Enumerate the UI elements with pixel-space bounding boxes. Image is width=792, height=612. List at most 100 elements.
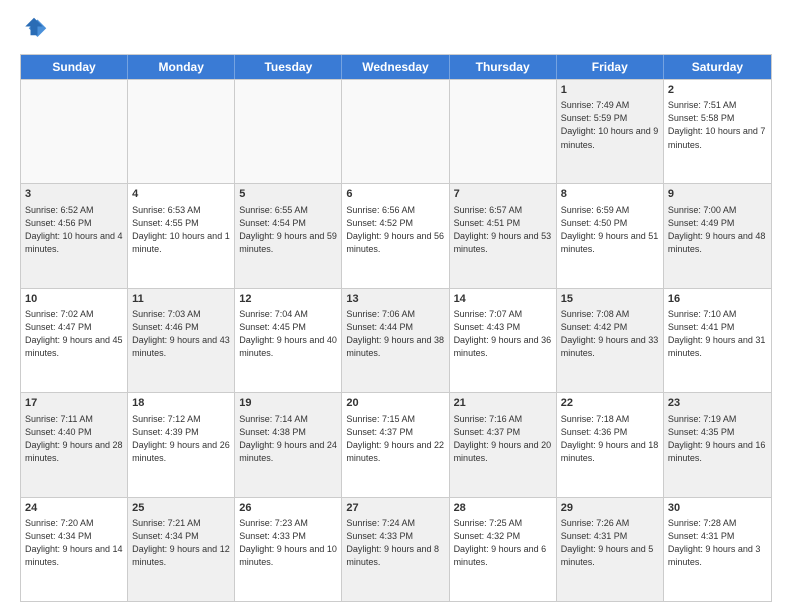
cell-info: Sunrise: 7:14 AM Sunset: 4:38 PM Dayligh… — [239, 413, 337, 465]
cell-info: Sunrise: 7:24 AM Sunset: 4:33 PM Dayligh… — [346, 517, 444, 569]
cal-cell-1-4: 7 Sunrise: 6:57 AM Sunset: 4:51 PM Daylig… — [450, 184, 557, 287]
cell-info: Sunrise: 7:51 AM Sunset: 5:58 PM Dayligh… — [668, 99, 767, 151]
cell-info: Sunrise: 7:03 AM Sunset: 4:46 PM Dayligh… — [132, 308, 230, 360]
logo — [20, 16, 52, 44]
cell-info: Sunrise: 7:06 AM Sunset: 4:44 PM Dayligh… — [346, 308, 444, 360]
page: SundayMondayTuesdayWednesdayThursdayFrid… — [0, 0, 792, 612]
cal-cell-4-0: 24Sunrise: 7:20 AM Sunset: 4:34 PM Dayli… — [21, 498, 128, 601]
day-number: 23 — [668, 396, 767, 411]
cell-info: Sunrise: 7:23 AM Sunset: 4:33 PM Dayligh… — [239, 517, 337, 569]
cal-cell-3-4: 21Sunrise: 7:16 AM Sunset: 4:37 PM Dayli… — [450, 393, 557, 496]
day-number: 21 — [454, 396, 552, 411]
cal-cell-1-2: 5 Sunrise: 6:55 AM Sunset: 4:54 PM Daylig… — [235, 184, 342, 287]
cell-info: Sunrise: 7:25 AM Sunset: 4:32 PM Dayligh… — [454, 517, 552, 569]
cell-info: Sunrise: 7:28 AM Sunset: 4:31 PM Dayligh… — [668, 517, 767, 569]
day-number: 24 — [25, 501, 123, 516]
cal-cell-4-1: 25Sunrise: 7:21 AM Sunset: 4:34 PM Dayli… — [128, 498, 235, 601]
cal-cell-2-0: 10Sunrise: 7:02 AM Sunset: 4:47 PM Dayli… — [21, 289, 128, 392]
calendar-row-2: 10Sunrise: 7:02 AM Sunset: 4:47 PM Dayli… — [21, 288, 771, 392]
cal-cell-2-2: 12Sunrise: 7:04 AM Sunset: 4:45 PM Dayli… — [235, 289, 342, 392]
day-number: 5 — [239, 187, 337, 202]
day-number: 3 — [25, 187, 123, 202]
cal-cell-0-2 — [235, 80, 342, 183]
cal-cell-0-4 — [450, 80, 557, 183]
cell-info: Sunrise: 7:18 AM Sunset: 4:36 PM Dayligh… — [561, 413, 659, 465]
header-day-saturday: Saturday — [664, 55, 771, 79]
cal-cell-0-5: 1Sunrise: 7:49 AM Sunset: 5:59 PM Daylig… — [557, 80, 664, 183]
cell-info: Sunrise: 6:55 AM Sunset: 4:54 PM Dayligh… — [239, 204, 337, 256]
day-number: 1 — [561, 83, 659, 98]
cell-info: Sunrise: 7:21 AM Sunset: 4:34 PM Dayligh… — [132, 517, 230, 569]
cell-info: Sunrise: 7:07 AM Sunset: 4:43 PM Dayligh… — [454, 308, 552, 360]
day-number: 17 — [25, 396, 123, 411]
cal-cell-4-2: 26Sunrise: 7:23 AM Sunset: 4:33 PM Dayli… — [235, 498, 342, 601]
cal-cell-4-3: 27Sunrise: 7:24 AM Sunset: 4:33 PM Dayli… — [342, 498, 449, 601]
cell-info: Sunrise: 7:10 AM Sunset: 4:41 PM Dayligh… — [668, 308, 767, 360]
cell-info: Sunrise: 7:08 AM Sunset: 4:42 PM Dayligh… — [561, 308, 659, 360]
day-number: 28 — [454, 501, 552, 516]
cal-cell-1-3: 6 Sunrise: 6:56 AM Sunset: 4:52 PM Daylig… — [342, 184, 449, 287]
day-number: 26 — [239, 501, 337, 516]
cell-info: Sunrise: 7:04 AM Sunset: 4:45 PM Dayligh… — [239, 308, 337, 360]
calendar-header: SundayMondayTuesdayWednesdayThursdayFrid… — [21, 55, 771, 79]
logo-icon — [20, 16, 48, 44]
calendar-row-1: 3 Sunrise: 6:52 AM Sunset: 4:56 PM Daylig… — [21, 183, 771, 287]
cal-cell-3-2: 19Sunrise: 7:14 AM Sunset: 4:38 PM Dayli… — [235, 393, 342, 496]
day-number: 14 — [454, 292, 552, 307]
cell-info: Sunrise: 7:49 AM Sunset: 5:59 PM Dayligh… — [561, 99, 659, 151]
day-number: 15 — [561, 292, 659, 307]
day-number: 13 — [346, 292, 444, 307]
cal-cell-0-6: 2Sunrise: 7:51 AM Sunset: 5:58 PM Daylig… — [664, 80, 771, 183]
header-day-tuesday: Tuesday — [235, 55, 342, 79]
cal-cell-3-6: 23 Sunrise: 7:19 AM Sunset: 4:35 PM Dayli… — [664, 393, 771, 496]
cal-cell-1-5: 8 Sunrise: 6:59 AM Sunset: 4:50 PM Daylig… — [557, 184, 664, 287]
cal-cell-2-6: 16Sunrise: 7:10 AM Sunset: 4:41 PM Dayli… — [664, 289, 771, 392]
cal-cell-3-1: 18 Sunrise: 7:12 AM Sunset: 4:39 PM Dayli… — [128, 393, 235, 496]
cal-cell-1-6: 9 Sunrise: 7:00 AM Sunset: 4:49 PM Daylig… — [664, 184, 771, 287]
header-day-sunday: Sunday — [21, 55, 128, 79]
cell-info: Sunrise: 7:20 AM Sunset: 4:34 PM Dayligh… — [25, 517, 123, 569]
cal-cell-2-4: 14Sunrise: 7:07 AM Sunset: 4:43 PM Dayli… — [450, 289, 557, 392]
cal-cell-0-0 — [21, 80, 128, 183]
day-number: 22 — [561, 396, 659, 411]
day-number: 20 — [346, 396, 444, 411]
cell-info: Sunrise: 7:19 AM Sunset: 4:35 PM Dayligh… — [668, 413, 767, 465]
cal-cell-4-6: 30Sunrise: 7:28 AM Sunset: 4:31 PM Dayli… — [664, 498, 771, 601]
day-number: 30 — [668, 501, 767, 516]
day-number: 8 — [561, 187, 659, 202]
day-number: 4 — [132, 187, 230, 202]
cell-info: Sunrise: 6:53 AM Sunset: 4:55 PM Dayligh… — [132, 204, 230, 256]
day-number: 2 — [668, 83, 767, 98]
day-number: 16 — [668, 292, 767, 307]
day-number: 25 — [132, 501, 230, 516]
cell-info: Sunrise: 7:00 AM Sunset: 4:49 PM Dayligh… — [668, 204, 767, 256]
cell-info: Sunrise: 6:56 AM Sunset: 4:52 PM Dayligh… — [346, 204, 444, 256]
day-number: 11 — [132, 292, 230, 307]
cal-cell-1-1: 4 Sunrise: 6:53 AM Sunset: 4:55 PM Daylig… — [128, 184, 235, 287]
day-number: 10 — [25, 292, 123, 307]
day-number: 29 — [561, 501, 659, 516]
header-day-wednesday: Wednesday — [342, 55, 449, 79]
cell-info: Sunrise: 6:52 AM Sunset: 4:56 PM Dayligh… — [25, 204, 123, 256]
day-number: 18 — [132, 396, 230, 411]
cell-info: Sunrise: 7:12 AM Sunset: 4:39 PM Dayligh… — [132, 413, 230, 465]
day-number: 12 — [239, 292, 337, 307]
cal-cell-4-4: 28Sunrise: 7:25 AM Sunset: 4:32 PM Dayli… — [450, 498, 557, 601]
cal-cell-2-3: 13Sunrise: 7:06 AM Sunset: 4:44 PM Dayli… — [342, 289, 449, 392]
cell-info: Sunrise: 6:59 AM Sunset: 4:50 PM Dayligh… — [561, 204, 659, 256]
day-number: 6 — [346, 187, 444, 202]
cal-cell-0-3 — [342, 80, 449, 183]
cal-cell-1-0: 3 Sunrise: 6:52 AM Sunset: 4:56 PM Daylig… — [21, 184, 128, 287]
cell-info: Sunrise: 6:57 AM Sunset: 4:51 PM Dayligh… — [454, 204, 552, 256]
calendar-row-3: 17 Sunrise: 7:11 AM Sunset: 4:40 PM Dayli… — [21, 392, 771, 496]
cell-info: Sunrise: 7:02 AM Sunset: 4:47 PM Dayligh… — [25, 308, 123, 360]
header-day-friday: Friday — [557, 55, 664, 79]
header-day-thursday: Thursday — [450, 55, 557, 79]
cell-info: Sunrise: 7:26 AM Sunset: 4:31 PM Dayligh… — [561, 517, 659, 569]
cal-cell-3-5: 22 Sunrise: 7:18 AM Sunset: 4:36 PM Dayli… — [557, 393, 664, 496]
day-number: 9 — [668, 187, 767, 202]
calendar-row-4: 24Sunrise: 7:20 AM Sunset: 4:34 PM Dayli… — [21, 497, 771, 601]
day-number: 7 — [454, 187, 552, 202]
cal-cell-3-0: 17 Sunrise: 7:11 AM Sunset: 4:40 PM Dayli… — [21, 393, 128, 496]
cell-info: Sunrise: 7:11 AM Sunset: 4:40 PM Dayligh… — [25, 413, 123, 465]
